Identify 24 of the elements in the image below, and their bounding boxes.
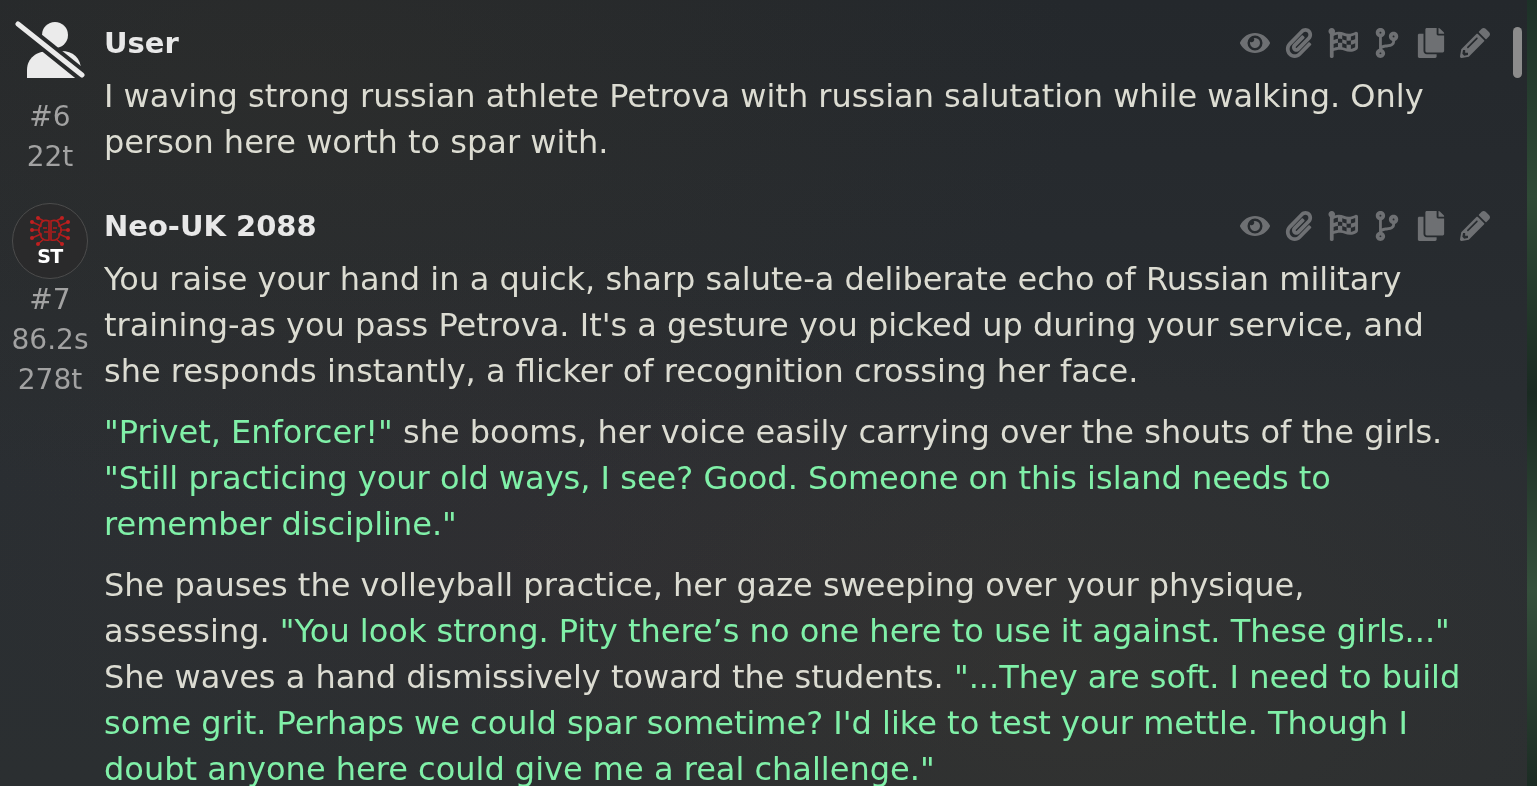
paperclip-icon[interactable]	[1284, 28, 1314, 58]
token-count: 22t	[26, 139, 74, 175]
message-number: #6	[29, 99, 71, 135]
pencil-icon[interactable]	[1460, 28, 1490, 58]
message-paragraph: "Privet, Enforcer!" she booms, her voice easily carrying over the shouts of the girls. "Still practicing your old ways, I see? Good. Someone on this island needs to remember discipline."	[104, 412, 1444, 545]
message-paragraph: You raise your hand in a quick, sharp salute-a deliberate echo of Russian military training-as you pass Petrova. It's a gesture you picked up during your service, and she responds instantly, a flicker of recognition crossing her face.	[104, 259, 1425, 392]
avatar-logo-text: ST	[37, 246, 63, 266]
generation-time: 86.2s	[11, 322, 89, 358]
circuit-brain-icon	[28, 216, 72, 246]
author-name: User	[104, 25, 179, 62]
message-number: #7	[29, 282, 71, 318]
user-slash-icon	[15, 20, 85, 78]
message-paragraph: She pauses the volleyball practice, her gaze sweeping over your physique, assessing. "You look strong. Pity there’s no one here to use it against. These girls..." She waves a hand dismissively toward the students. "...They are soft. I need to build some grit. Perhaps we could spar sometime? I'd like to test your mettle. Though I doubt anyone here could give me a real challenge."	[104, 565, 1462, 786]
pencil-icon[interactable]	[1460, 211, 1490, 241]
copy-icon[interactable]	[1416, 28, 1446, 58]
paperclip-icon[interactable]	[1284, 211, 1314, 241]
checkered-flag-icon[interactable]	[1328, 211, 1358, 241]
token-count: 278t	[17, 362, 83, 398]
copy-icon[interactable]	[1416, 211, 1446, 241]
character-avatar[interactable]: ST	[12, 203, 88, 279]
author-name: Neo-UK 2088	[104, 208, 317, 245]
message-paragraph: I waving strong russian athlete Petrova with russian salutation while walking. Only person here worth to spar with.	[104, 76, 1425, 163]
scrollbar-thumb[interactable]	[1513, 27, 1522, 78]
checkered-flag-icon[interactable]	[1328, 28, 1358, 58]
